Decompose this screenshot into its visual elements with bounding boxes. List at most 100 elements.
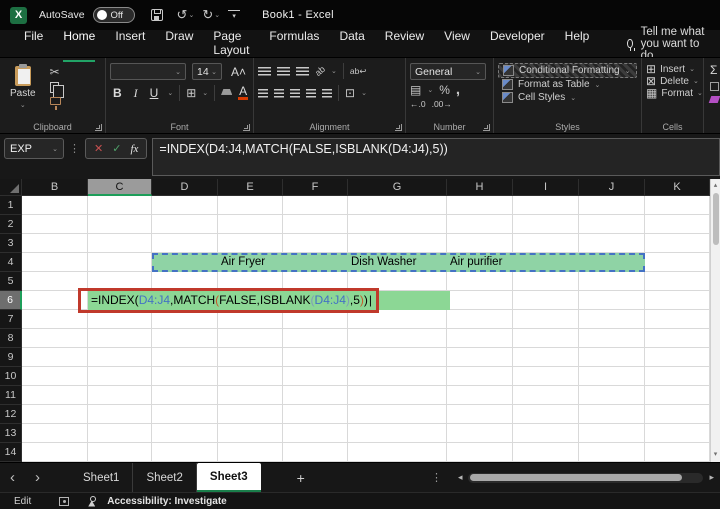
cell-C13[interactable] (88, 424, 152, 443)
cell-J11[interactable] (579, 386, 645, 405)
cell-C3[interactable] (88, 234, 152, 253)
cell-G12[interactable] (348, 405, 447, 424)
column-header-G[interactable]: G (348, 179, 447, 196)
autosave-toggle[interactable]: Off (93, 7, 135, 23)
row-header-14[interactable]: 14 (0, 443, 22, 462)
cell-I14[interactable] (513, 443, 579, 462)
cell-E13[interactable] (218, 424, 283, 443)
column-header-D[interactable]: D (152, 179, 218, 196)
cell-G9[interactable] (348, 348, 447, 367)
cell-G3[interactable] (348, 234, 447, 253)
cell-B14[interactable] (22, 443, 88, 462)
row-header-5[interactable]: 5 (0, 272, 22, 291)
row-header-12[interactable]: 12 (0, 405, 22, 424)
cell-C4[interactable] (88, 253, 152, 272)
name-box[interactable]: EXP ⌄ (4, 138, 64, 159)
insert-function-icon[interactable]: fx (130, 143, 138, 155)
cell-J14[interactable] (579, 443, 645, 462)
cell-B10[interactable] (22, 367, 88, 386)
cell-H11[interactable] (447, 386, 513, 405)
column-header-B[interactable]: B (22, 179, 88, 196)
cell-K3[interactable] (645, 234, 710, 253)
row-header-11[interactable]: 11 (0, 386, 22, 405)
paste-button[interactable]: Paste ⌄ (4, 63, 42, 112)
formula-input[interactable]: =INDEX(D4:J4,MATCH(FALSE,ISBLANK(D4:J4),… (152, 138, 720, 176)
cell-C12[interactable] (88, 405, 152, 424)
align-center-button[interactable] (274, 89, 284, 98)
cell-J5[interactable] (579, 272, 645, 291)
cell-C2[interactable] (88, 215, 152, 234)
accounting-format-button[interactable]: ▤ (410, 84, 421, 96)
comma-style-button[interactable]: , (456, 85, 460, 95)
clipboard-dialog-launcher-icon[interactable] (95, 124, 102, 131)
cell-E8[interactable] (218, 329, 283, 348)
scroll-right-icon[interactable]: ▸ (709, 472, 714, 483)
cell-G8[interactable] (348, 329, 447, 348)
cell-B4[interactable] (22, 253, 88, 272)
new-sheet-button[interactable]: + (289, 470, 313, 486)
cell-D10[interactable] (152, 367, 218, 386)
cell-G11[interactable] (348, 386, 447, 405)
cell-I2[interactable] (513, 215, 579, 234)
format-as-table-button[interactable]: Format as Table⌄ (498, 78, 637, 91)
cell-E1[interactable] (218, 196, 283, 215)
cell-I1[interactable] (513, 196, 579, 215)
cell-I10[interactable] (513, 367, 579, 386)
row-header-9[interactable]: 9 (0, 348, 22, 367)
font-name-combobox[interactable]: ⌄ (110, 63, 186, 80)
row-header-3[interactable]: 3 (0, 234, 22, 253)
cell-D12[interactable] (152, 405, 218, 424)
row-header-10[interactable]: 10 (0, 367, 22, 386)
scroll-down-icon[interactable]: ▾ (714, 448, 718, 462)
cell-K9[interactable] (645, 348, 710, 367)
format-cells-button[interactable]: ▦Format⌄ (646, 87, 699, 99)
cell-B11[interactable] (22, 386, 88, 405)
cell-J13[interactable] (579, 424, 645, 443)
horizontal-scroll-thumb[interactable] (470, 474, 682, 481)
cell-E10[interactable] (218, 367, 283, 386)
increase-indent-button[interactable] (322, 89, 332, 98)
font-size-combobox[interactable]: 14⌄ (192, 63, 222, 80)
cell-C14[interactable] (88, 443, 152, 462)
cell-E9[interactable] (218, 348, 283, 367)
align-bottom-button[interactable] (296, 67, 309, 76)
formula-bar-resize-handle[interactable]: ⋮ (69, 138, 80, 155)
cell-E3[interactable] (218, 234, 283, 253)
cell-F9[interactable] (283, 348, 348, 367)
increase-decimal-button[interactable]: ←.0 (410, 100, 426, 109)
cell-B8[interactable] (22, 329, 88, 348)
cell-E14[interactable] (218, 443, 283, 462)
cell-G14[interactable] (348, 443, 447, 462)
percent-style-button[interactable]: % (439, 84, 450, 96)
cell-J1[interactable] (579, 196, 645, 215)
cell-D11[interactable] (152, 386, 218, 405)
cell-C8[interactable] (88, 329, 152, 348)
cell-D1[interactable] (152, 196, 218, 215)
column-header-J[interactable]: J (579, 179, 645, 196)
cell-H12[interactable] (447, 405, 513, 424)
number-dialog-launcher-icon[interactable] (483, 124, 490, 131)
align-middle-button[interactable] (277, 67, 290, 76)
cell-I9[interactable] (513, 348, 579, 367)
column-header-H[interactable]: H (447, 179, 513, 196)
align-left-button[interactable] (258, 89, 268, 98)
fill-color-button[interactable] (221, 89, 232, 97)
cell-J9[interactable] (579, 348, 645, 367)
vertical-scroll-thumb[interactable] (713, 193, 719, 245)
row-header-8[interactable]: 8 (0, 329, 22, 348)
sheet-tab-sheet3[interactable]: Sheet3 (197, 463, 261, 492)
italic-button[interactable]: I (131, 86, 141, 101)
bold-button[interactable]: B (110, 86, 125, 100)
cell-D13[interactable] (152, 424, 218, 443)
tab-splitter-handle[interactable]: ⋮ (431, 471, 442, 484)
cell-F13[interactable] (283, 424, 348, 443)
enter-icon[interactable]: ✓ (112, 142, 121, 155)
cell-I6[interactable] (513, 291, 579, 310)
cell-K6[interactable] (645, 291, 710, 310)
cell-I7[interactable] (513, 310, 579, 329)
cell-K12[interactable] (645, 405, 710, 424)
underline-button[interactable]: U (147, 86, 162, 100)
cell-H1[interactable] (447, 196, 513, 215)
cell-K10[interactable] (645, 367, 710, 386)
cell-G1[interactable] (348, 196, 447, 215)
